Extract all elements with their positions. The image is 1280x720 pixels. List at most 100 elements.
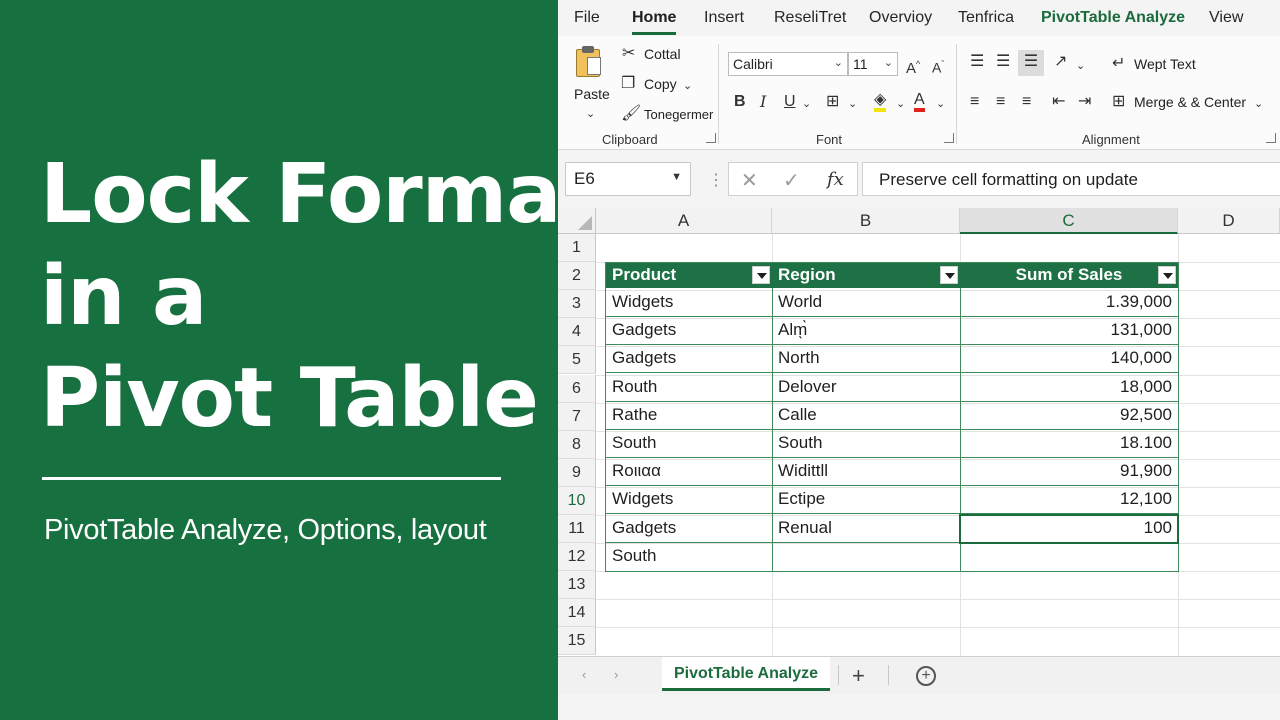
row-header[interactable]: 13: [558, 571, 596, 600]
name-box[interactable]: E6 ▼: [565, 162, 691, 196]
font-color-icon[interactable]: A: [914, 92, 925, 112]
product-cell[interactable]: Gadgets: [606, 316, 772, 344]
align-bottom-icon[interactable]: ☰: [1018, 50, 1044, 76]
sales-cell[interactable]: [960, 542, 1178, 570]
row-header[interactable]: 1: [558, 234, 596, 262]
clipboard-launcher-icon[interactable]: [706, 133, 716, 143]
borders-icon[interactable]: ⊞: [826, 94, 839, 110]
chevron-down-icon[interactable]: ⌄: [683, 78, 692, 94]
font-launcher-icon[interactable]: [944, 133, 954, 143]
decrease-indent-icon[interactable]: ⇤: [1052, 94, 1065, 110]
align-right-icon[interactable]: ≡: [1022, 94, 1031, 110]
column-header-selected[interactable]: C: [960, 208, 1178, 234]
copy-button[interactable]: Copy: [644, 76, 677, 92]
bold-button[interactable]: B: [734, 94, 746, 110]
column-header[interactable]: B: [772, 208, 960, 234]
filter-dropdown-icon[interactable]: [752, 266, 770, 284]
region-cell[interactable]: Widittll: [772, 457, 960, 485]
fill-color-icon[interactable]: ◈: [874, 92, 887, 112]
product-cell[interactable]: Rathe: [606, 401, 772, 429]
region-cell[interactable]: Delover: [772, 373, 960, 401]
product-cell[interactable]: South: [606, 542, 772, 570]
orientation-icon[interactable]: ↗: [1054, 54, 1067, 70]
row-header[interactable]: 5: [558, 346, 596, 375]
add-sheet-button[interactable]: +: [852, 663, 865, 689]
region-cell[interactable]: Ectipe: [772, 485, 960, 513]
chevron-down-icon[interactable]: ⌄: [1076, 58, 1085, 74]
tab-pivottable-analyze[interactable]: PivotTable Analyze: [1041, 9, 1185, 27]
paste-button[interactable]: Paste ⌄: [568, 42, 612, 124]
sales-cell[interactable]: 12,100: [960, 485, 1178, 513]
product-cell[interactable]: Gadgets: [606, 514, 772, 542]
cut-button[interactable]: Cottal: [644, 46, 681, 62]
region-cell[interactable]: North: [772, 344, 960, 372]
product-cell[interactable]: Roιιαα: [606, 457, 772, 485]
tab-reselitret[interactable]: ReseliTret: [774, 9, 846, 27]
sales-cell[interactable]: 91,900: [960, 457, 1178, 485]
font-name-select[interactable]: Calibri ⌄: [728, 52, 848, 76]
product-cell[interactable]: Gadgets: [606, 344, 772, 372]
tab-view[interactable]: View: [1209, 9, 1243, 27]
decrease-font-size-icon[interactable]: Aˇ: [932, 56, 944, 76]
increase-indent-icon[interactable]: ⇥: [1078, 94, 1091, 110]
wrap-text-button[interactable]: Wept Text: [1134, 56, 1196, 72]
product-cell[interactable]: Widgets: [606, 288, 772, 316]
enter-icon[interactable]: ✓: [783, 168, 800, 193]
filter-dropdown-icon[interactable]: [1158, 266, 1176, 284]
row-header[interactable]: 15: [558, 627, 596, 656]
chevron-down-icon[interactable]: ⌄: [896, 96, 905, 112]
active-cell[interactable]: [959, 514, 1179, 544]
row-header[interactable]: 6: [558, 374, 596, 403]
product-cell[interactable]: South: [606, 429, 772, 457]
chevron-down-icon[interactable]: ⌄: [802, 96, 811, 112]
region-cell[interactable]: Renual: [772, 514, 960, 542]
row-header[interactable]: 7: [558, 402, 596, 431]
align-top-icon[interactable]: ☰: [970, 54, 984, 70]
select-all-button[interactable]: [558, 208, 596, 234]
align-middle-icon[interactable]: ☰: [996, 54, 1010, 70]
alignment-launcher-icon[interactable]: [1266, 133, 1276, 143]
tab-overvioy[interactable]: Overvioy: [869, 9, 932, 27]
tab-home[interactable]: Home: [632, 9, 677, 35]
region-cell[interactable]: Alm̖̀: [772, 316, 960, 344]
sheet-tab-active[interactable]: PivotTable Analyze: [662, 657, 830, 691]
row-header[interactable]: 10: [558, 486, 596, 515]
sales-cell[interactable]: 131,000: [960, 316, 1178, 344]
align-center-icon[interactable]: ≡: [996, 94, 1005, 110]
row-header[interactable]: 8: [558, 430, 596, 459]
sales-cell[interactable]: 1.39,000: [960, 288, 1178, 316]
filter-dropdown-icon[interactable]: [940, 266, 958, 284]
more-icon[interactable]: ⋮: [708, 170, 724, 190]
chevron-down-icon[interactable]: ⌄: [936, 96, 945, 112]
sales-cell[interactable]: 92,500: [960, 401, 1178, 429]
increase-font-size-icon[interactable]: A^: [906, 56, 920, 77]
scroll-left-icon[interactable]: ‹: [582, 667, 586, 682]
row-header[interactable]: 12: [558, 543, 596, 572]
format-painter-button[interactable]: Tonegermer: [644, 107, 713, 122]
row-header[interactable]: 4: [558, 318, 596, 347]
tab-insert[interactable]: Insert: [704, 9, 744, 27]
sales-cell[interactable]: 18.100: [960, 429, 1178, 457]
add-circle-icon[interactable]: +: [916, 666, 936, 686]
tab-file[interactable]: File: [574, 9, 600, 27]
region-cell[interactable]: World: [772, 288, 960, 316]
row-header[interactable]: 9: [558, 458, 596, 487]
row-header[interactable]: 2: [558, 262, 596, 291]
formula-input[interactable]: Preserve cell formatting on update: [862, 162, 1280, 196]
merge-center-button[interactable]: Merge & & Center: [1134, 94, 1246, 110]
sales-cell[interactable]: 18,000: [960, 373, 1178, 401]
font-size-select[interactable]: 11 ⌄: [848, 52, 898, 76]
product-cell[interactable]: Widgets: [606, 485, 772, 513]
region-cell[interactable]: South: [772, 429, 960, 457]
align-left-icon[interactable]: ≡: [970, 94, 979, 110]
row-header[interactable]: 11: [558, 515, 596, 543]
region-cell[interactable]: Calle: [772, 401, 960, 429]
column-header[interactable]: A: [596, 208, 772, 234]
sales-cell[interactable]: 140,000: [960, 344, 1178, 372]
cancel-icon[interactable]: ✕: [741, 168, 758, 193]
column-header[interactable]: D: [1178, 208, 1280, 234]
italic-button[interactable]: I: [760, 94, 766, 110]
insert-function-button[interactable]: fx: [827, 169, 844, 190]
row-header[interactable]: 3: [558, 290, 596, 319]
region-cell[interactable]: [772, 542, 960, 570]
